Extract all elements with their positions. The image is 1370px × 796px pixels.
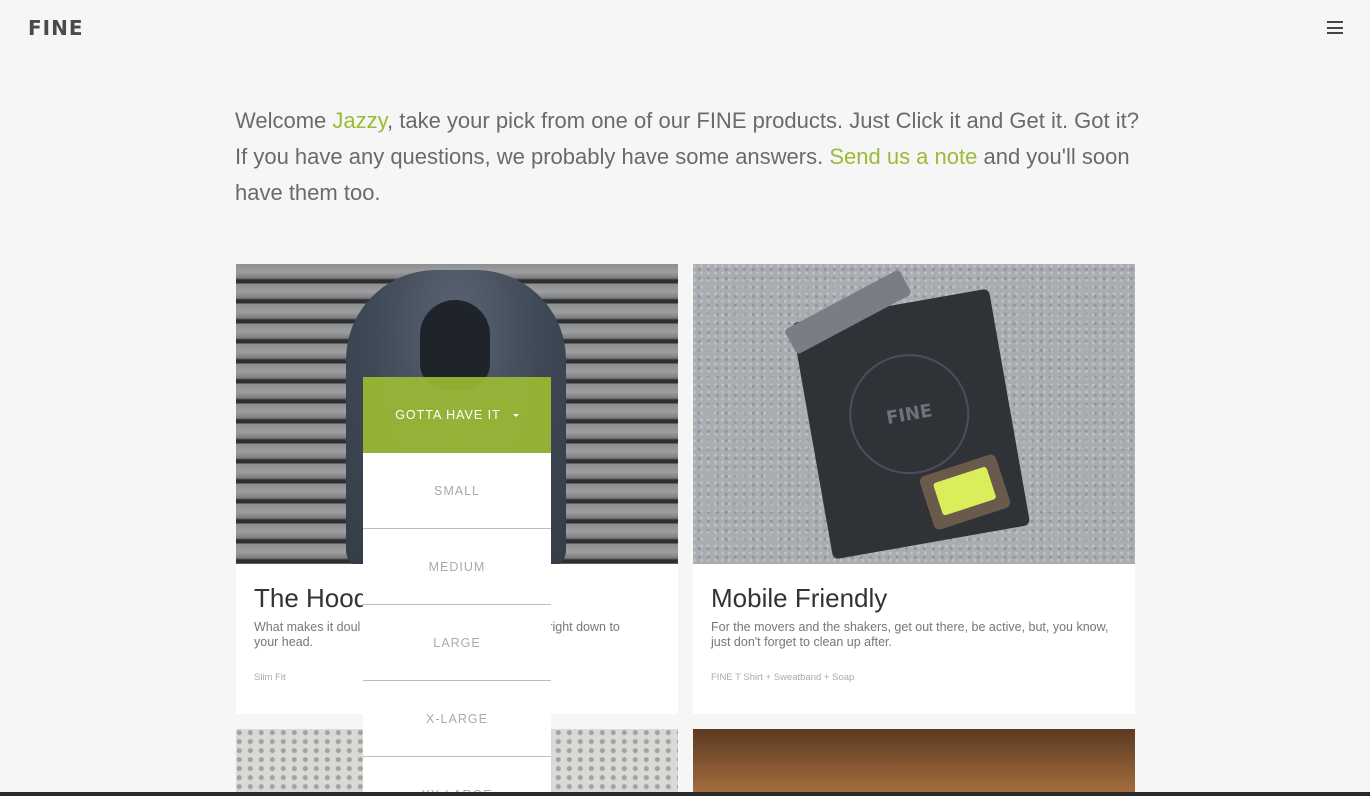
intro-text: Welcome Jazzy, take your pick from one o…	[235, 103, 1140, 211]
product-description-line-2: your head.	[254, 635, 314, 649]
size-option-large[interactable]: LARGE	[363, 605, 551, 681]
caret-down-icon	[512, 413, 519, 417]
product-description: For the movers and the shakers, get out …	[711, 620, 1109, 649]
product-description-right: right down to	[548, 620, 620, 634]
send-note-link[interactable]: Send us a note	[829, 144, 977, 169]
size-option-medium[interactable]: MEDIUM	[363, 529, 551, 605]
product-photo-tshirt: FINE	[693, 264, 1135, 564]
size-option-x-large[interactable]: X-LARGE	[363, 681, 551, 757]
product-description-left: What makes it doul	[254, 620, 361, 634]
size-option-small[interactable]: SMALL	[363, 453, 551, 529]
product-photo-4	[693, 729, 1135, 796]
product-card-4[interactable]	[693, 729, 1135, 796]
gotta-have-it-label: GOTTA HAVE IT	[395, 408, 501, 422]
gotta-have-it-button[interactable]: GOTTA HAVE IT	[363, 377, 551, 453]
size-option-xx-large[interactable]: XX-LARGE	[363, 757, 551, 796]
fine-crest-logo: FINE	[839, 344, 979, 484]
user-name-link[interactable]: Jazzy	[332, 108, 387, 133]
product-title: Mobile Friendly	[711, 583, 888, 613]
brand-logo[interactable]: FINE	[28, 16, 84, 40]
hamburger-menu-icon[interactable]	[1327, 21, 1343, 34]
product-card-mobile-friendly[interactable]: FINE Mobile Friendly For the movers and …	[693, 264, 1135, 714]
bottom-bar	[0, 792, 1370, 796]
intro-part-1: Welcome	[235, 108, 333, 133]
size-dropdown[interactable]: GOTTA HAVE IT SMALL MEDIUM LARGE X-LARGE…	[363, 377, 551, 796]
product-tag: FINE T Shirt + Sweatband + Soap	[711, 672, 855, 683]
